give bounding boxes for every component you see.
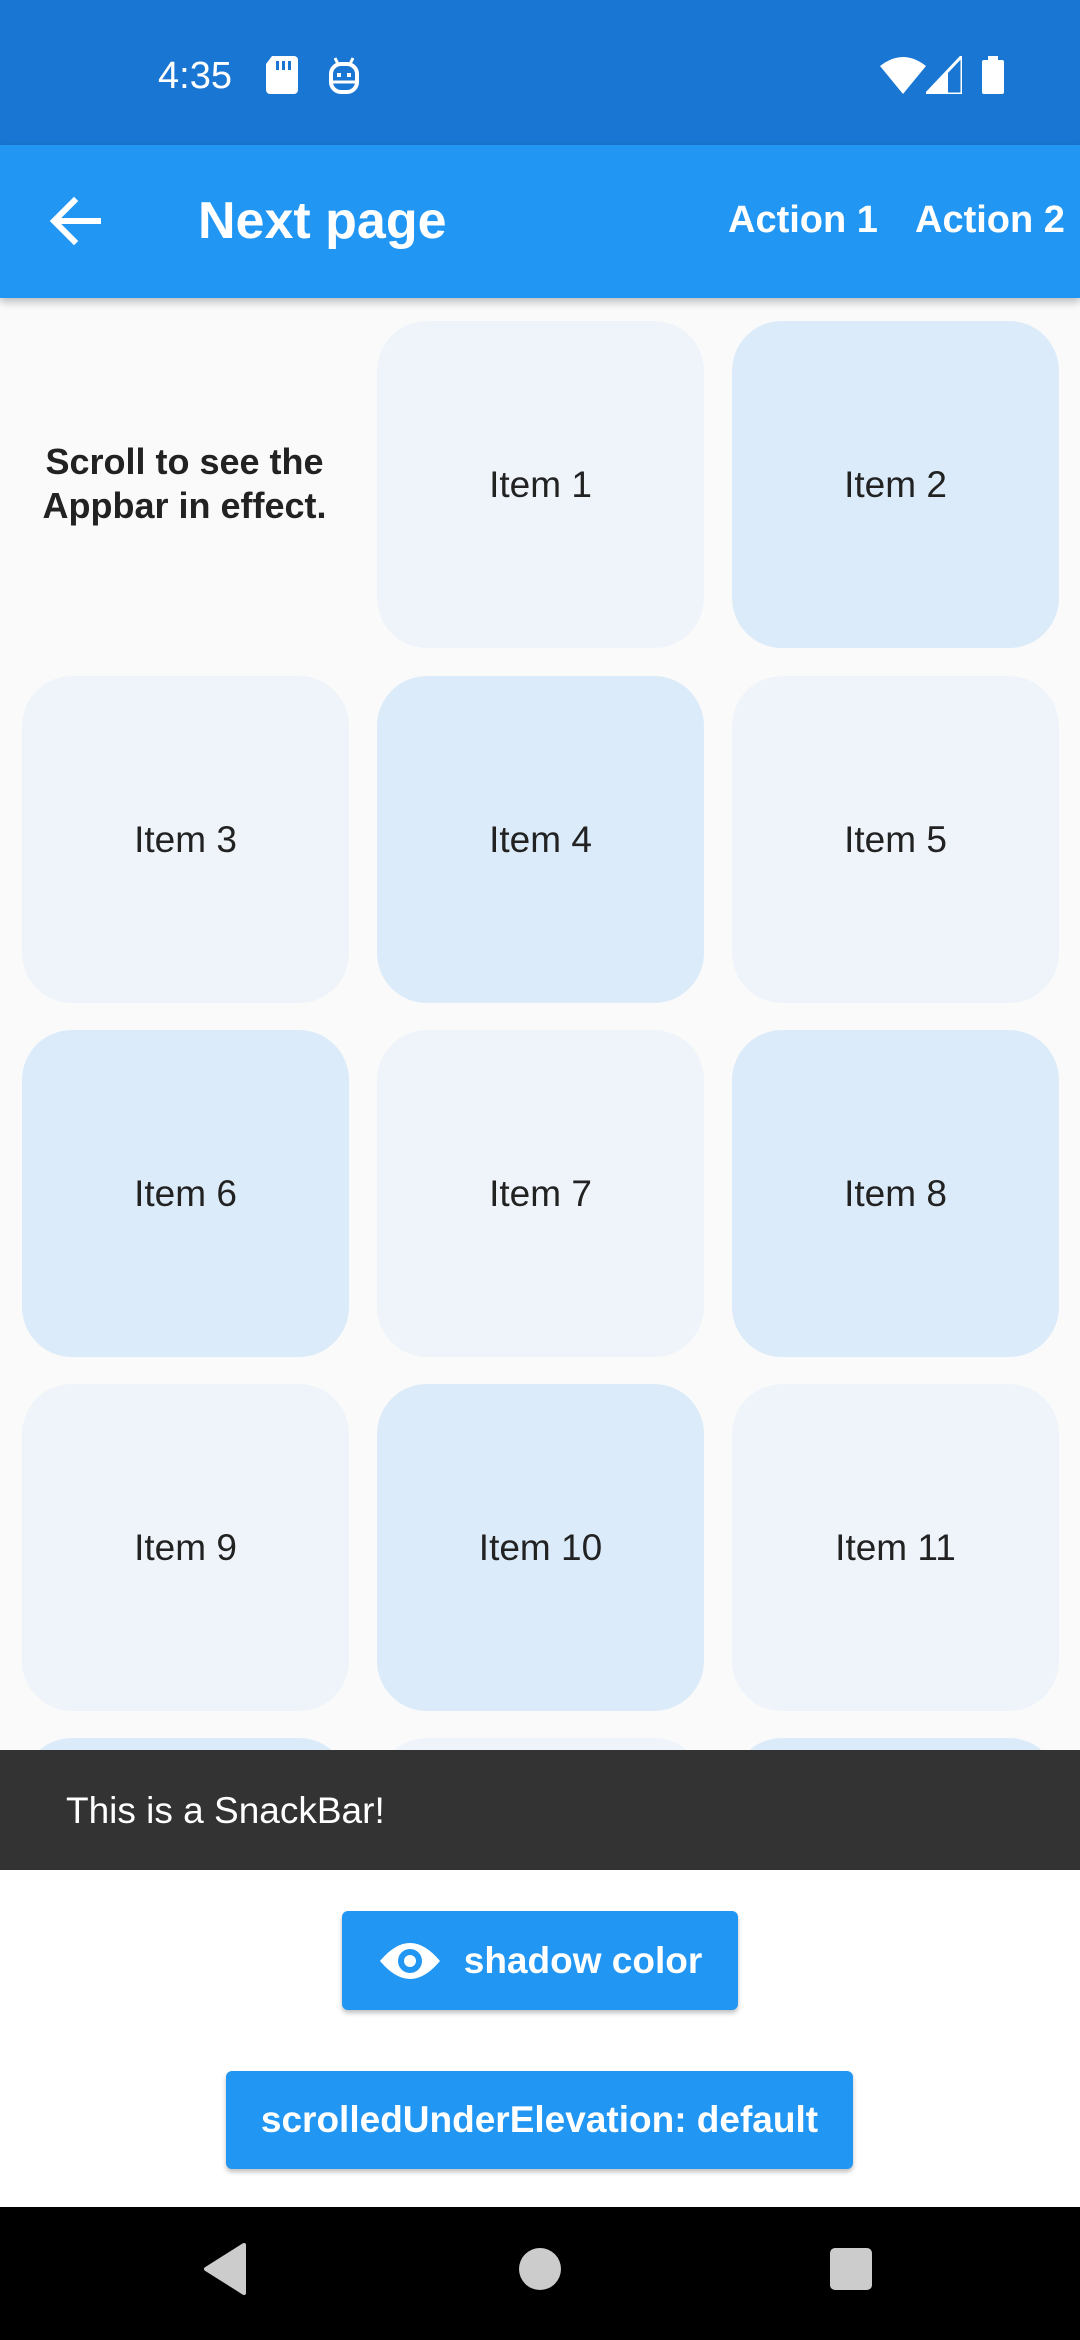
grid-item[interactable]: Item 5 <box>732 676 1059 1003</box>
elevation-label: scrolledUnderElevation: default <box>260 2099 819 2140</box>
grid-item-label: Item 6 <box>134 1172 237 1214</box>
grid-item[interactable]: Item 4 <box>377 676 704 1003</box>
grid-item[interactable] <box>22 1738 349 1750</box>
signal-icon <box>926 56 962 94</box>
android-debug-icon <box>329 57 359 94</box>
status-bar: 4:35 <box>0 0 1080 145</box>
grid-item[interactable]: Item 7 <box>377 1030 704 1357</box>
grid-item[interactable]: Item 6 <box>22 1030 349 1357</box>
navigation-bar <box>0 2207 1080 2340</box>
grid-item-label: Item 8 <box>844 1172 947 1214</box>
sd-card-icon <box>266 56 298 94</box>
grid-item[interactable]: Item 9 <box>22 1384 349 1711</box>
grid-item-label: Item 11 <box>835 1526 956 1568</box>
shadow-color-button[interactable]: shadow color <box>342 1911 738 2010</box>
grid-item[interactable]: Item 3 <box>22 676 349 1003</box>
grid-item[interactable]: Item 2 <box>732 321 1059 648</box>
eye-icon <box>378 1939 442 1983</box>
grid-item[interactable]: Item 10 <box>377 1384 704 1711</box>
bottom-panel: shadow color scrolledUnderElevation: def… <box>0 1870 1080 2207</box>
grid-item-label: Item 9 <box>134 1526 237 1568</box>
home-circle-icon[interactable] <box>516 2239 564 2299</box>
status-time: 4:35 <box>158 55 232 97</box>
snackbar-text: This is a SnackBar! <box>66 1790 385 1831</box>
grid-item-label: Item 4 <box>489 818 592 860</box>
scrolled-under-elevation-button[interactable]: scrolledUnderElevation: default <box>226 2071 853 2169</box>
snackbar: This is a SnackBar! <box>0 1750 1080 1870</box>
grid-item[interactable] <box>377 1738 704 1750</box>
item-grid[interactable]: Scroll to see the Appbar in effect. Item… <box>0 298 1080 1750</box>
wifi-icon <box>880 57 926 94</box>
screen: 4:35 Next page Action 1 Action 2 Scroll … <box>0 0 1080 2340</box>
action-1-button[interactable]: Action 1 <box>728 195 878 245</box>
app-bar: Next page Action 1 Action 2 <box>0 145 1080 298</box>
grid-item-label: Item 1 <box>489 463 592 505</box>
battery-icon <box>982 56 1004 94</box>
grid-item[interactable]: Item 8 <box>732 1030 1059 1357</box>
recents-square-icon[interactable] <box>828 2239 874 2299</box>
grid-item-label: Item 3 <box>134 818 237 860</box>
grid-item[interactable]: Item 11 <box>732 1384 1059 1711</box>
grid-item[interactable]: Item 1 <box>377 321 704 648</box>
grid-item-label: Item 5 <box>844 818 947 860</box>
back-triangle-icon[interactable] <box>200 2239 250 2299</box>
shadow-color-label: shadow color <box>463 1939 703 1981</box>
grid-item[interactable] <box>732 1738 1059 1750</box>
action-2-button[interactable]: Action 2 <box>915 195 1065 245</box>
arrow-back-icon[interactable] <box>40 185 112 257</box>
grid-item-label: Item 2 <box>844 463 947 505</box>
grid-item-label: Item 7 <box>489 1172 592 1214</box>
grid-item-label: Item 10 <box>478 1526 603 1568</box>
intro-text: Scroll to see the Appbar in effect. <box>42 441 327 526</box>
page-title: Next page <box>198 192 447 250</box>
